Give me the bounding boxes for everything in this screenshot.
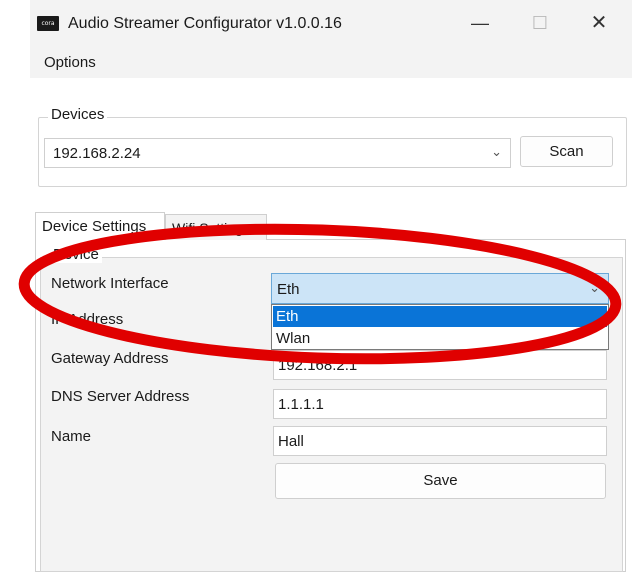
- window-title: Audio Streamer Configurator v1.0.0.16: [68, 15, 342, 32]
- name-input[interactable]: Hall: [273, 426, 607, 456]
- ip-address-label: IP Address: [51, 311, 124, 328]
- chevron-down-icon: ⌄: [491, 144, 502, 159]
- tab-wifi-settings[interactable]: Wifi Settings: [165, 214, 267, 240]
- menu-bar: Options: [30, 48, 632, 78]
- dropdown-option-wlan[interactable]: Wlan: [273, 328, 607, 349]
- minimize-button[interactable]: —: [457, 0, 503, 48]
- device-legend: Device: [50, 246, 102, 263]
- network-interface-dropdown: Eth Wlan: [271, 304, 609, 350]
- tab-device-settings[interactable]: Device Settings: [35, 212, 165, 240]
- scan-button[interactable]: Scan: [520, 136, 613, 167]
- devices-legend: Devices: [48, 106, 108, 123]
- network-interface-value: Eth: [277, 281, 300, 298]
- chevron-down-icon: ⌄: [589, 280, 600, 295]
- app-logo-icon: cora: [37, 16, 59, 31]
- dns-server-input[interactable]: 1.1.1.1: [273, 389, 607, 419]
- dns-server-label: DNS Server Address: [51, 388, 190, 405]
- device-select-value: 192.168.2.24: [53, 145, 141, 162]
- close-button[interactable]: ✕: [576, 0, 622, 48]
- title-bar: cora Audio Streamer Configurator v1.0.0.…: [30, 0, 632, 48]
- dropdown-option-eth[interactable]: Eth: [273, 306, 607, 327]
- maximize-button[interactable]: ☐: [517, 0, 563, 48]
- device-select[interactable]: 192.168.2.24 ⌄: [44, 138, 511, 168]
- gateway-address-input[interactable]: 192.168.2.1: [273, 350, 607, 380]
- network-interface-select[interactable]: Eth ⌄: [271, 273, 609, 304]
- gateway-address-label: Gateway Address: [51, 350, 169, 367]
- menu-options[interactable]: Options: [44, 54, 96, 71]
- name-label: Name: [51, 428, 92, 445]
- network-interface-label: Network Interface: [51, 275, 169, 292]
- save-button[interactable]: Save: [275, 463, 606, 499]
